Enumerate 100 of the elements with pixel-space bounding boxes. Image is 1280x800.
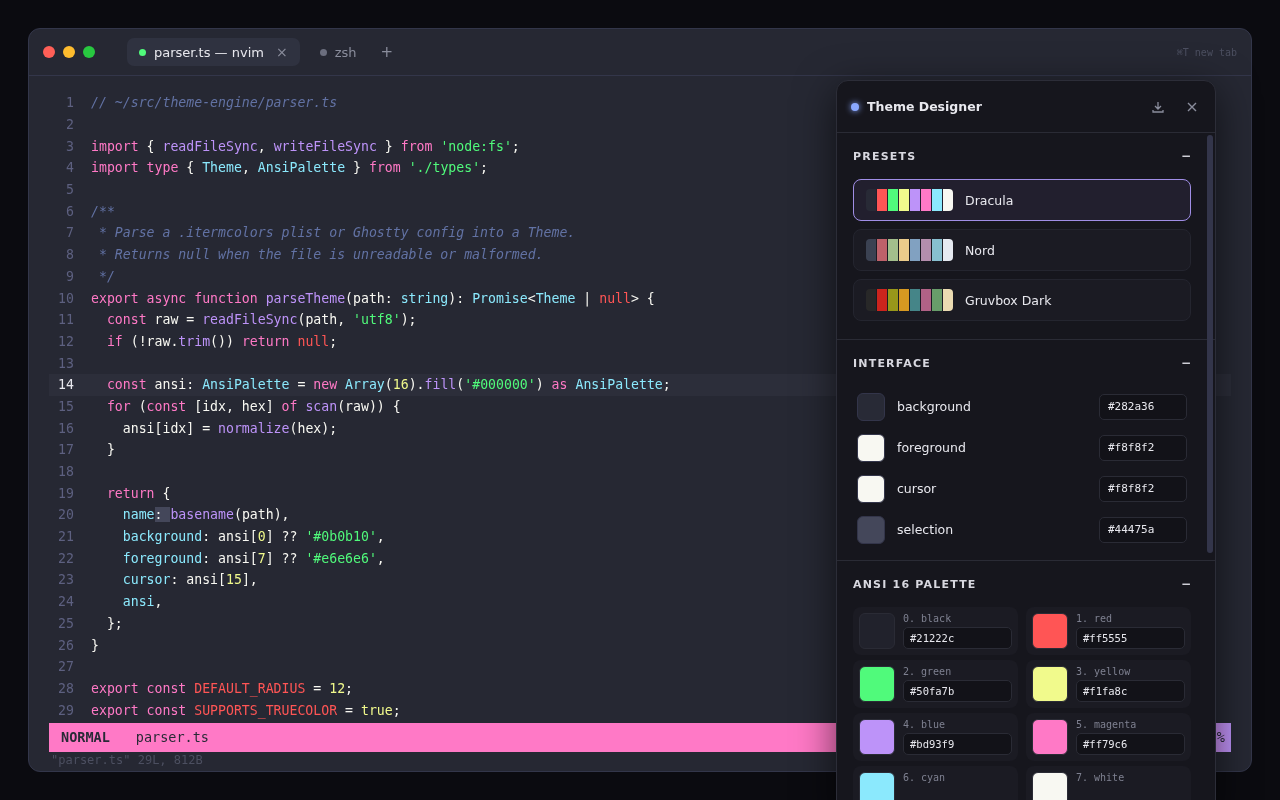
color-swatch[interactable]	[857, 515, 885, 544]
preset-card[interactable]: Dracula	[853, 179, 1191, 221]
color-swatch[interactable]	[1032, 719, 1068, 755]
code-line: }	[91, 637, 99, 653]
color-label: background	[897, 399, 972, 414]
line-number: 9	[65, 268, 74, 284]
hex-input[interactable]: #f8f8f2	[1099, 434, 1187, 461]
code-line: const ansi: AnsiPalette = new Array(16).fill('#000000') as AnsiPalette;	[105, 377, 671, 393]
line-number: 18	[57, 464, 74, 480]
mode-indicator: NORMAL	[60, 729, 111, 746]
line-number: 21	[57, 529, 74, 545]
line-number: 12	[57, 333, 74, 349]
color-label: 4. blue	[903, 719, 947, 730]
code-line: * Returns null when the file is unreadable or malformed.	[97, 247, 544, 263]
code-line: cursor: ansi[15],	[121, 572, 258, 588]
color-label: selection	[897, 522, 955, 537]
code-line: if (!raw.trim()) return null;	[105, 333, 338, 349]
color-label: 2. green	[903, 666, 953, 677]
file-name: parser.ts	[134, 729, 209, 746]
line-number: 23	[57, 572, 74, 588]
collapse-button[interactable]: −	[1180, 356, 1191, 370]
color-swatch[interactable]	[1032, 613, 1068, 649]
line-number: 15	[57, 398, 74, 414]
section-heading: INTERFACE	[853, 356, 931, 370]
collapse-button[interactable]: −	[1180, 577, 1191, 591]
code-line: import type { Theme, AnsiPalette } from './types';	[91, 160, 489, 176]
code-line: const raw = readFileSync(path, 'utf8');	[105, 312, 417, 328]
color-label: 0. black	[903, 613, 953, 624]
line-number: 26	[57, 637, 74, 653]
code-line: ansi,	[121, 594, 163, 610]
preset-card[interactable]: Gruvbox Dark	[853, 279, 1191, 321]
preset-card[interactable]: Nord	[853, 229, 1191, 271]
color-swatch[interactable]	[1032, 772, 1068, 800]
code-line: name: basename(path),	[121, 507, 290, 523]
color-label: 7. white	[1076, 772, 1126, 783]
line-number: 4	[65, 160, 74, 176]
color-label: cursor	[897, 481, 938, 496]
color-label: 6. cyan	[903, 772, 947, 783]
window-control-icon[interactable]	[83, 46, 95, 58]
code-line: export async function parseTheme(path: string): Promise<Theme | null> {	[91, 290, 655, 306]
color-swatch[interactable]	[1032, 666, 1068, 702]
color-swatch[interactable]	[857, 392, 885, 421]
line-number: 25	[57, 615, 74, 631]
line-number: 14	[57, 377, 74, 393]
hex-input[interactable]: #bd93f9	[903, 733, 1012, 755]
line-number: 19	[57, 485, 74, 501]
color-swatch[interactable]	[857, 433, 885, 462]
line-number: 6	[65, 203, 74, 219]
section-heading: PRESETS	[853, 149, 917, 163]
code-line: export const SUPPORTS_TRUECOLOR = true;	[91, 702, 401, 718]
tab[interactable]: parser.ts — nvim ×	[127, 38, 300, 66]
line-number: 24	[57, 594, 74, 610]
scroll-percent: %	[1216, 729, 1226, 746]
line-number: 5	[65, 182, 74, 198]
code-line: export const DEFAULT_RADIUS = 12;	[91, 680, 354, 696]
code-line: for (const [idx, hex] of scan(raw)) {	[105, 398, 401, 414]
new-tab-button[interactable]: +	[380, 43, 394, 61]
hex-input[interactable]: #f1fa8c	[1076, 680, 1185, 702]
close-button[interactable]: ×	[275, 44, 288, 60]
code-line: foreground: ansi[7] ?? '#e6e6e6',	[121, 550, 385, 566]
line-number: 2	[65, 117, 74, 133]
code-line: return {	[105, 485, 171, 501]
color-label: foreground	[897, 440, 967, 455]
line-number: 1	[65, 95, 74, 111]
tab[interactable]: zsh	[307, 38, 369, 66]
hex-input[interactable]: #ff79c6	[1076, 733, 1185, 755]
line-number: 10	[57, 290, 74, 306]
color-swatch[interactable]	[859, 666, 895, 702]
code-line: background: ansi[0] ?? '#0b0b10',	[121, 529, 385, 545]
code-line: /**	[91, 203, 115, 219]
hex-input[interactable]: #ff5555	[1076, 627, 1185, 649]
line-number: 11	[57, 312, 74, 328]
color-swatch[interactable]	[859, 719, 895, 755]
collapse-button[interactable]: −	[1180, 149, 1191, 163]
color-swatch[interactable]	[857, 474, 885, 503]
line-number: 28	[57, 680, 74, 696]
line-number: 7	[65, 225, 74, 241]
color-label: 1. red	[1076, 613, 1114, 624]
hex-input[interactable]: #50fa7b	[903, 680, 1012, 702]
line-number: 20	[57, 507, 74, 523]
download-icon[interactable]	[1151, 99, 1165, 114]
line-number: 16	[57, 420, 74, 436]
hex-input[interactable]: #282a36	[1099, 393, 1187, 420]
hex-input[interactable]: #21222c	[903, 627, 1012, 649]
hex-input[interactable]: #f8f8f2	[1099, 475, 1187, 502]
window-control-icon[interactable]	[43, 46, 55, 58]
window-control-icon[interactable]	[63, 46, 75, 58]
code-line: }	[105, 442, 115, 458]
color-label: 5. magenta	[1076, 719, 1138, 730]
section-heading: ANSI 16 PALETTE	[853, 577, 977, 591]
code-line: * Parse a .itermcolors plist or Ghostty config into a Theme.	[97, 225, 576, 241]
scrollbar[interactable]	[1207, 135, 1213, 553]
color-swatch[interactable]	[859, 772, 895, 800]
hex-input[interactable]: #44475a	[1099, 516, 1187, 543]
line-number: 29	[57, 702, 74, 718]
code-line: */	[97, 268, 115, 284]
color-label: 3. yellow	[1076, 666, 1132, 677]
panel-title: Theme Designer	[867, 99, 983, 114]
code-line: import { readFileSync, writeFileSync } from 'node:fs';	[91, 138, 520, 154]
line-number: 8	[65, 247, 74, 263]
